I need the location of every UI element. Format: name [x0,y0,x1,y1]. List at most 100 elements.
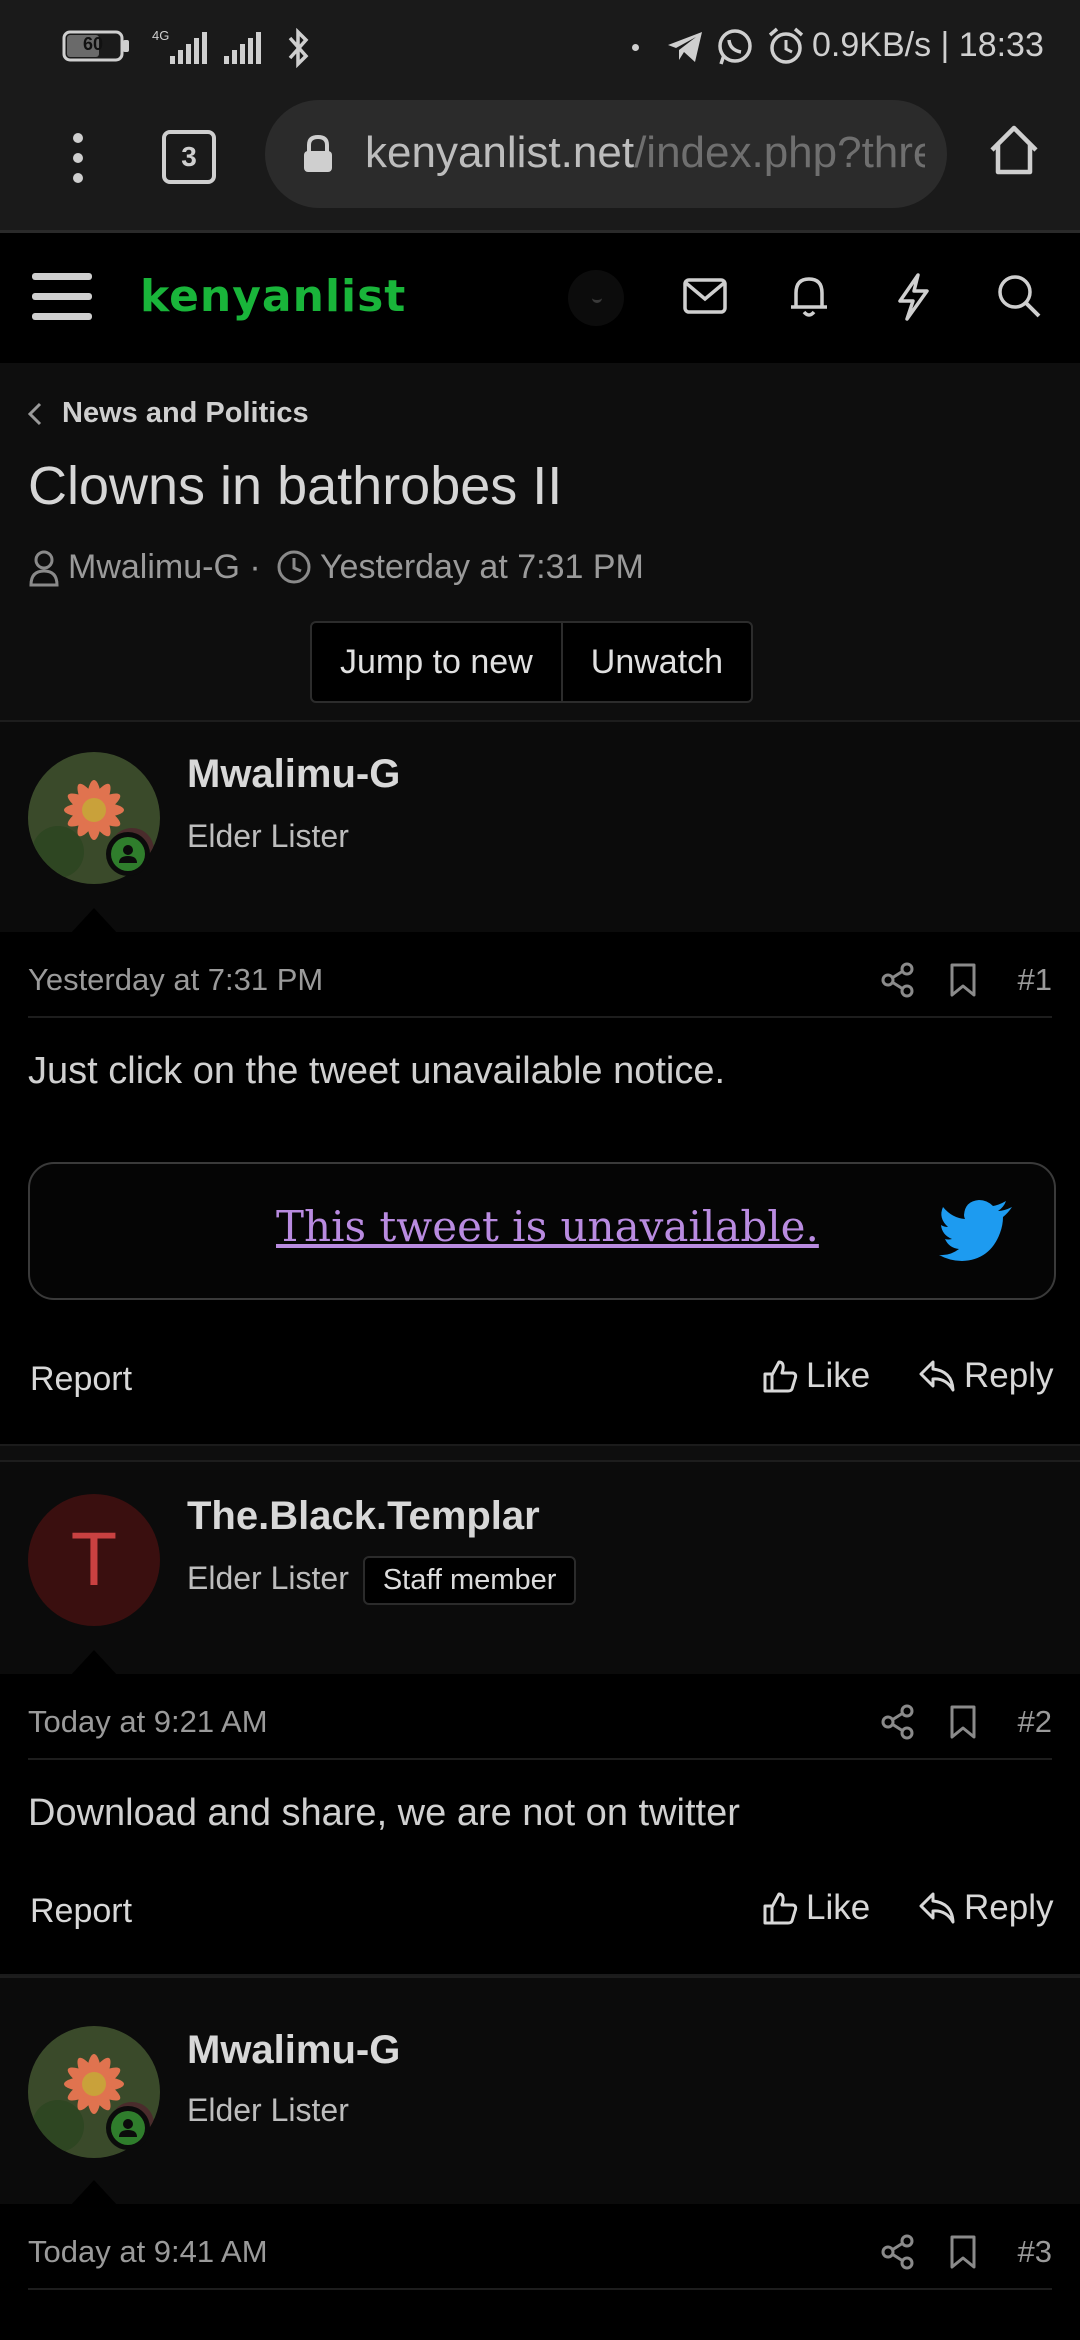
post-text: Download and share, we are not on twitte… [28,1792,740,1834]
status-bar: 60 4G 0.9KB/s | 18:33 [0,0,1080,92]
url-host: kenyanlist.net [365,128,635,177]
thread-title: Clowns in bathrobes II [28,456,563,516]
user-title: Elder Lister [187,818,349,854]
online-user-icon [111,2111,145,2145]
post-text: Just click on the tweet unavailable noti… [28,1050,726,1092]
browser-menu-icon[interactable] [66,130,90,186]
url-text: kenyanlist.net/index.php?threa [365,128,925,178]
online-indicator [106,832,150,876]
avatar[interactable]: T [28,1494,160,1626]
chevron-left-icon [26,401,44,427]
post-number[interactable]: #3 [1018,2234,1052,2270]
user-title: Elder Lister [187,2092,349,2128]
site-logo[interactable]: kenyanlist [140,271,406,322]
reply-label: Reply [964,1888,1054,1927]
alarm-icon [766,26,806,66]
user-icon [28,549,60,587]
user-title-row: Elder Lister Staff member [187,1556,577,1605]
address-bar[interactable]: kenyanlist.net/index.php?threa [265,100,947,208]
post-number[interactable]: #2 [1018,1704,1052,1740]
post-time[interactable]: Yesterday at 7:31 PM [28,962,323,998]
avatar-letter: T [70,1517,118,1602]
notification-dot-icon [632,44,639,51]
post-user-block: Mwalimu-G Elder Lister [0,720,1080,934]
post-number[interactable]: #1 [1018,962,1052,998]
signal-icon [160,32,280,66]
post-username[interactable]: Mwalimu-G [187,2028,400,2073]
post-actions: Report Like Reply [0,1882,1080,1952]
reply-label: Reply [964,1356,1054,1395]
speed-and-time: 0.9KB/s | 18:33 [812,26,1044,64]
mail-icon[interactable] [682,277,728,317]
share-icon[interactable] [880,1704,916,1740]
tweet-embed[interactable]: This tweet is unavailable. [28,1162,1056,1300]
lock-icon [301,134,335,174]
reply-button[interactable]: Reply [918,1356,1053,1396]
telegram-icon [666,30,704,64]
lightning-icon[interactable] [894,273,932,321]
avatar-glyph-icon [592,294,602,303]
divider [28,1016,1052,1018]
post-body: Today at 9:41 AM #3 [0,2204,1080,2340]
tab-count: 3 [181,141,197,172]
hamburger-menu-icon[interactable] [32,271,92,323]
user-avatar-icon[interactable] [568,270,624,326]
post-time[interactable]: Today at 9:41 AM [28,2234,268,2270]
thread-button-group: Jump to new Unwatch [310,621,754,703]
staff-badge: Staff member [362,1556,577,1605]
search-icon[interactable] [996,273,1042,319]
browser-toolbar: 3 kenyanlist.net/index.php?threa [0,92,1080,233]
report-link[interactable]: Report [30,1892,132,1931]
bookmark-icon[interactable] [948,1704,978,1740]
like-label: Like [806,1888,871,1927]
whatsapp-icon [716,28,754,66]
reply-arrow-icon [918,1359,964,1393]
online-indicator [106,2106,150,2150]
user-block-arrow [70,1650,118,1676]
unwatch-button[interactable]: Unwatch [560,623,751,701]
share-icon[interactable] [880,962,916,998]
battery-level: 60 [83,34,104,54]
tweet-unavailable-link[interactable]: This tweet is unavailable. [276,1202,819,1251]
thread-time[interactable]: Yesterday at 7:31 PM [320,548,644,587]
bookmark-icon[interactable] [948,2234,978,2270]
twitter-bird-icon [938,1200,1014,1262]
reply-button[interactable]: Reply [918,1888,1053,1928]
reply-arrow-icon [918,1891,964,1925]
clock-icon [276,549,312,585]
user-title: Elder Lister [187,1560,349,1596]
thumbs-up-icon [762,1890,806,1926]
share-icon[interactable] [880,2234,916,2270]
like-label: Like [806,1356,871,1395]
breadcrumb[interactable]: News and Politics [62,397,309,430]
user-block-arrow [70,908,118,934]
post-body: Today at 9:21 AM #2 Download and share, … [0,1674,1080,1974]
jump-to-new-button[interactable]: Jump to new [312,623,561,701]
report-link[interactable]: Report [30,1360,132,1399]
online-user-icon [111,837,145,871]
meta-separator: · [249,548,261,586]
site-navbar: kenyanlist [0,233,1080,363]
like-button[interactable]: Like [762,1888,870,1928]
home-icon[interactable] [986,122,1042,178]
post-actions: Report Like Reply [0,1350,1080,1420]
post-username[interactable]: The.Black.Templar [187,1494,540,1539]
url-path: /index.php?threa [634,128,925,177]
thread-header: News and Politics Clowns in bathrobes II… [0,363,1080,722]
thumbs-up-icon [762,1358,806,1394]
bookmark-icon[interactable] [948,962,978,998]
divider [28,2288,1052,2290]
thread-author[interactable]: Mwalimu-G [68,548,240,586]
divider [28,1758,1052,1760]
thread-meta: Mwalimu-G · [68,548,261,587]
bluetooth-icon [284,28,314,68]
post-time[interactable]: Today at 9:21 AM [28,1704,268,1740]
tabs-button[interactable]: 3 [162,130,216,184]
like-button[interactable]: Like [762,1356,870,1396]
user-block-arrow [70,2180,118,2206]
post-body: Yesterday at 7:31 PM #1 Just click on th… [0,932,1080,1442]
post-user-block: T The.Black.Templar Elder Lister Staff me… [0,1460,1080,1676]
bell-icon[interactable] [788,273,830,319]
post-username[interactable]: Mwalimu-G [187,752,400,797]
post-user-block: Mwalimu-G Elder Lister [0,1976,1080,2206]
